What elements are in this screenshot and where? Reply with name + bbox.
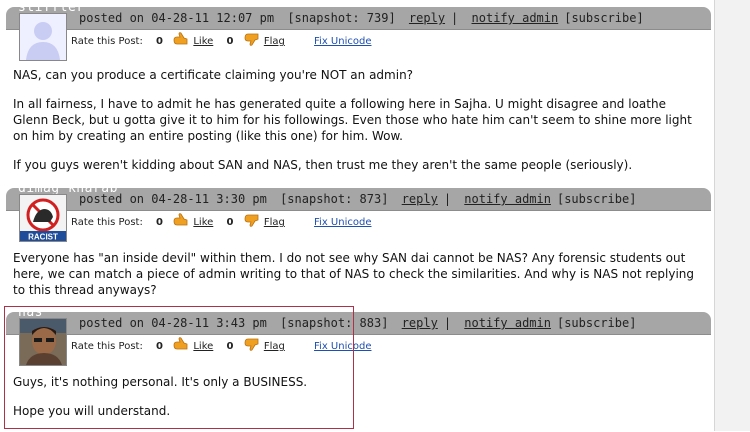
post-paragraph: If you guys weren't kidding about SAN an… [13, 158, 633, 172]
post-paragraph: NAS, can you produce a certificate claim… [13, 68, 414, 82]
post-timestamp: posted on 04-28-11 3:30 pm [79, 192, 267, 206]
avatar[interactable] [19, 13, 67, 61]
reply-link[interactable]: reply [409, 11, 445, 25]
subscribe-link[interactable]: [subscribe] [564, 11, 643, 25]
post-paragraph: Everyone has "an inside devil" within th… [13, 251, 695, 297]
racist-avatar-icon: RACIST [20, 195, 66, 241]
post-paragraph: In all fairness, I have to admit he has … [13, 97, 692, 143]
post: stiffler posted on 04-28-11 12:07 pm [sn… [6, 0, 711, 172]
like-count: 0 [156, 217, 163, 228]
post: dimag kharab posted on 04-28-11 3:30 pm … [6, 181, 711, 297]
notify-admin-link[interactable]: notify admin [472, 11, 559, 25]
post-meta: posted on 04-28-11 3:30 pm [snapshot: 87… [79, 192, 637, 206]
rate-label: Rate this Post: [71, 217, 143, 228]
like-count: 0 [156, 36, 163, 47]
fix-unicode-link[interactable]: Fix Unicode [314, 36, 371, 47]
snapshot-label: [snapshot: 873] [280, 192, 389, 206]
reply-link[interactable]: reply [402, 192, 438, 206]
snapshot-label: [snapshot: 739] [287, 11, 396, 25]
default-avatar-icon [20, 14, 66, 60]
post-body: Everyone has "an inside devil" within th… [13, 250, 703, 311]
flag-link[interactable]: Flag [264, 217, 285, 228]
subscribe-link[interactable]: [subscribe] [557, 316, 636, 330]
rate-label: Rate this Post: [71, 36, 143, 47]
like-hand-icon[interactable] [172, 213, 188, 227]
scrollbar-track[interactable] [714, 0, 750, 431]
post-meta-strip: posted on 04-28-11 12:07 pm [snapshot: 7… [6, 11, 711, 61]
post-meta: posted on 04-28-11 12:07 pm [snapshot: 7… [79, 11, 644, 25]
like-hand-icon[interactable] [172, 32, 188, 46]
notify-admin-link[interactable]: notify admin [464, 192, 551, 206]
rating-row: Rate this Post: 0 Like 0 Flag Fix Unicod… [71, 213, 371, 228]
like-link[interactable]: Like [193, 217, 213, 228]
flag-link[interactable]: Flag [264, 36, 285, 47]
post-meta-strip: posted on 04-28-11 3:30 pm [snapshot: 87… [6, 192, 711, 242]
post-body: NAS, can you produce a certificate claim… [13, 67, 703, 186]
highlighted-post-frame [4, 306, 354, 429]
fix-unicode-link[interactable]: Fix Unicode [314, 217, 371, 228]
rating-row: Rate this Post: 0 Like 0 Flag Fix Unicod… [71, 32, 371, 47]
subscribe-link[interactable]: [subscribe] [557, 192, 636, 206]
reply-link[interactable]: reply [402, 316, 438, 330]
flag-hand-icon[interactable] [243, 32, 259, 46]
avatar[interactable]: RACIST [19, 194, 67, 242]
flag-hand-icon[interactable] [243, 213, 259, 227]
notify-admin-link[interactable]: notify admin [464, 316, 551, 330]
avatar-caption: RACIST [28, 233, 58, 242]
post-timestamp: posted on 04-28-11 12:07 pm [79, 11, 275, 25]
flag-count: 0 [226, 36, 234, 47]
flag-count: 0 [226, 217, 234, 228]
like-link[interactable]: Like [193, 36, 213, 47]
